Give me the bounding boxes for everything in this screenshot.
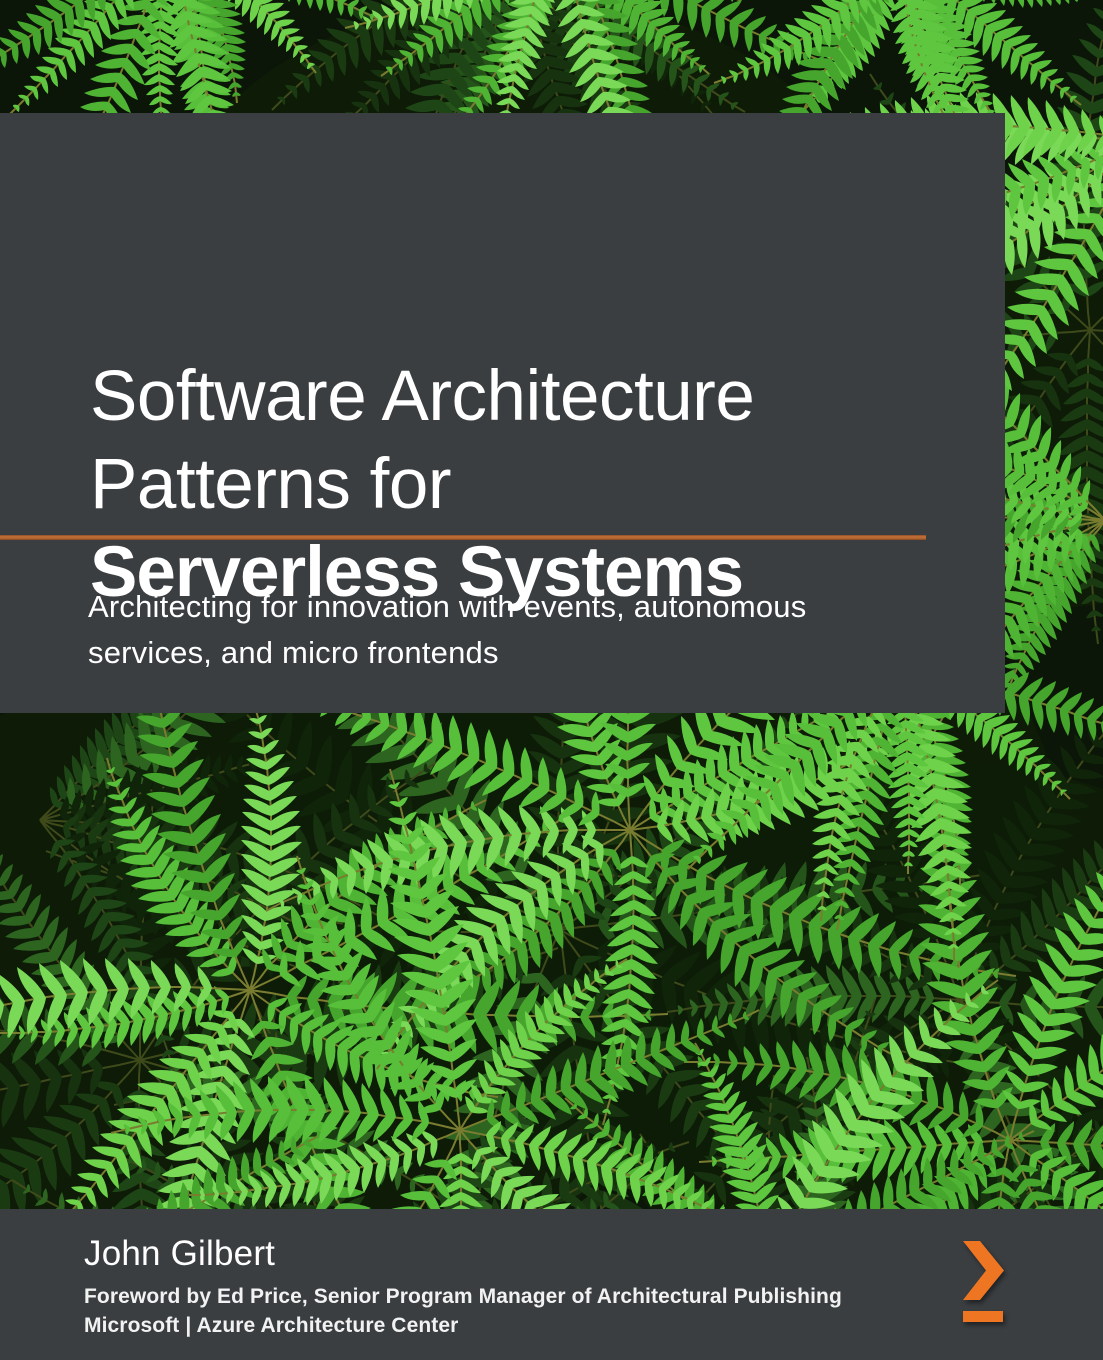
book-subtitle: Architecting for innovation with events,… [88,584,806,676]
packt-logo-icon [963,1241,1004,1333]
packt-chevron-icon [963,1241,1004,1300]
book-cover: Software Architecture Patterns for Serve… [0,0,1103,1360]
book-title: Software Architecture Patterns for Serve… [90,353,990,617]
author-name: John Gilbert [84,1233,1103,1275]
author-bar: John Gilbert Foreword by Ed Price, Senio… [0,1209,1103,1360]
credits: Foreword by Ed Price, Senior Program Man… [84,1282,1103,1340]
book-title-line1: Software Architecture [90,353,990,441]
book-subtitle-line2: services, and micro frontends [88,630,806,676]
foreword-credit: Foreword by Ed Price, Senior Program Man… [84,1282,1103,1311]
accent-divider [0,535,926,540]
publisher-credit: Microsoft | Azure Architecture Center [84,1311,1103,1340]
packt-underscore-icon [963,1311,1003,1322]
book-subtitle-line1: Architecting for innovation with events,… [88,584,806,630]
book-title-line2: Patterns for [90,441,990,529]
